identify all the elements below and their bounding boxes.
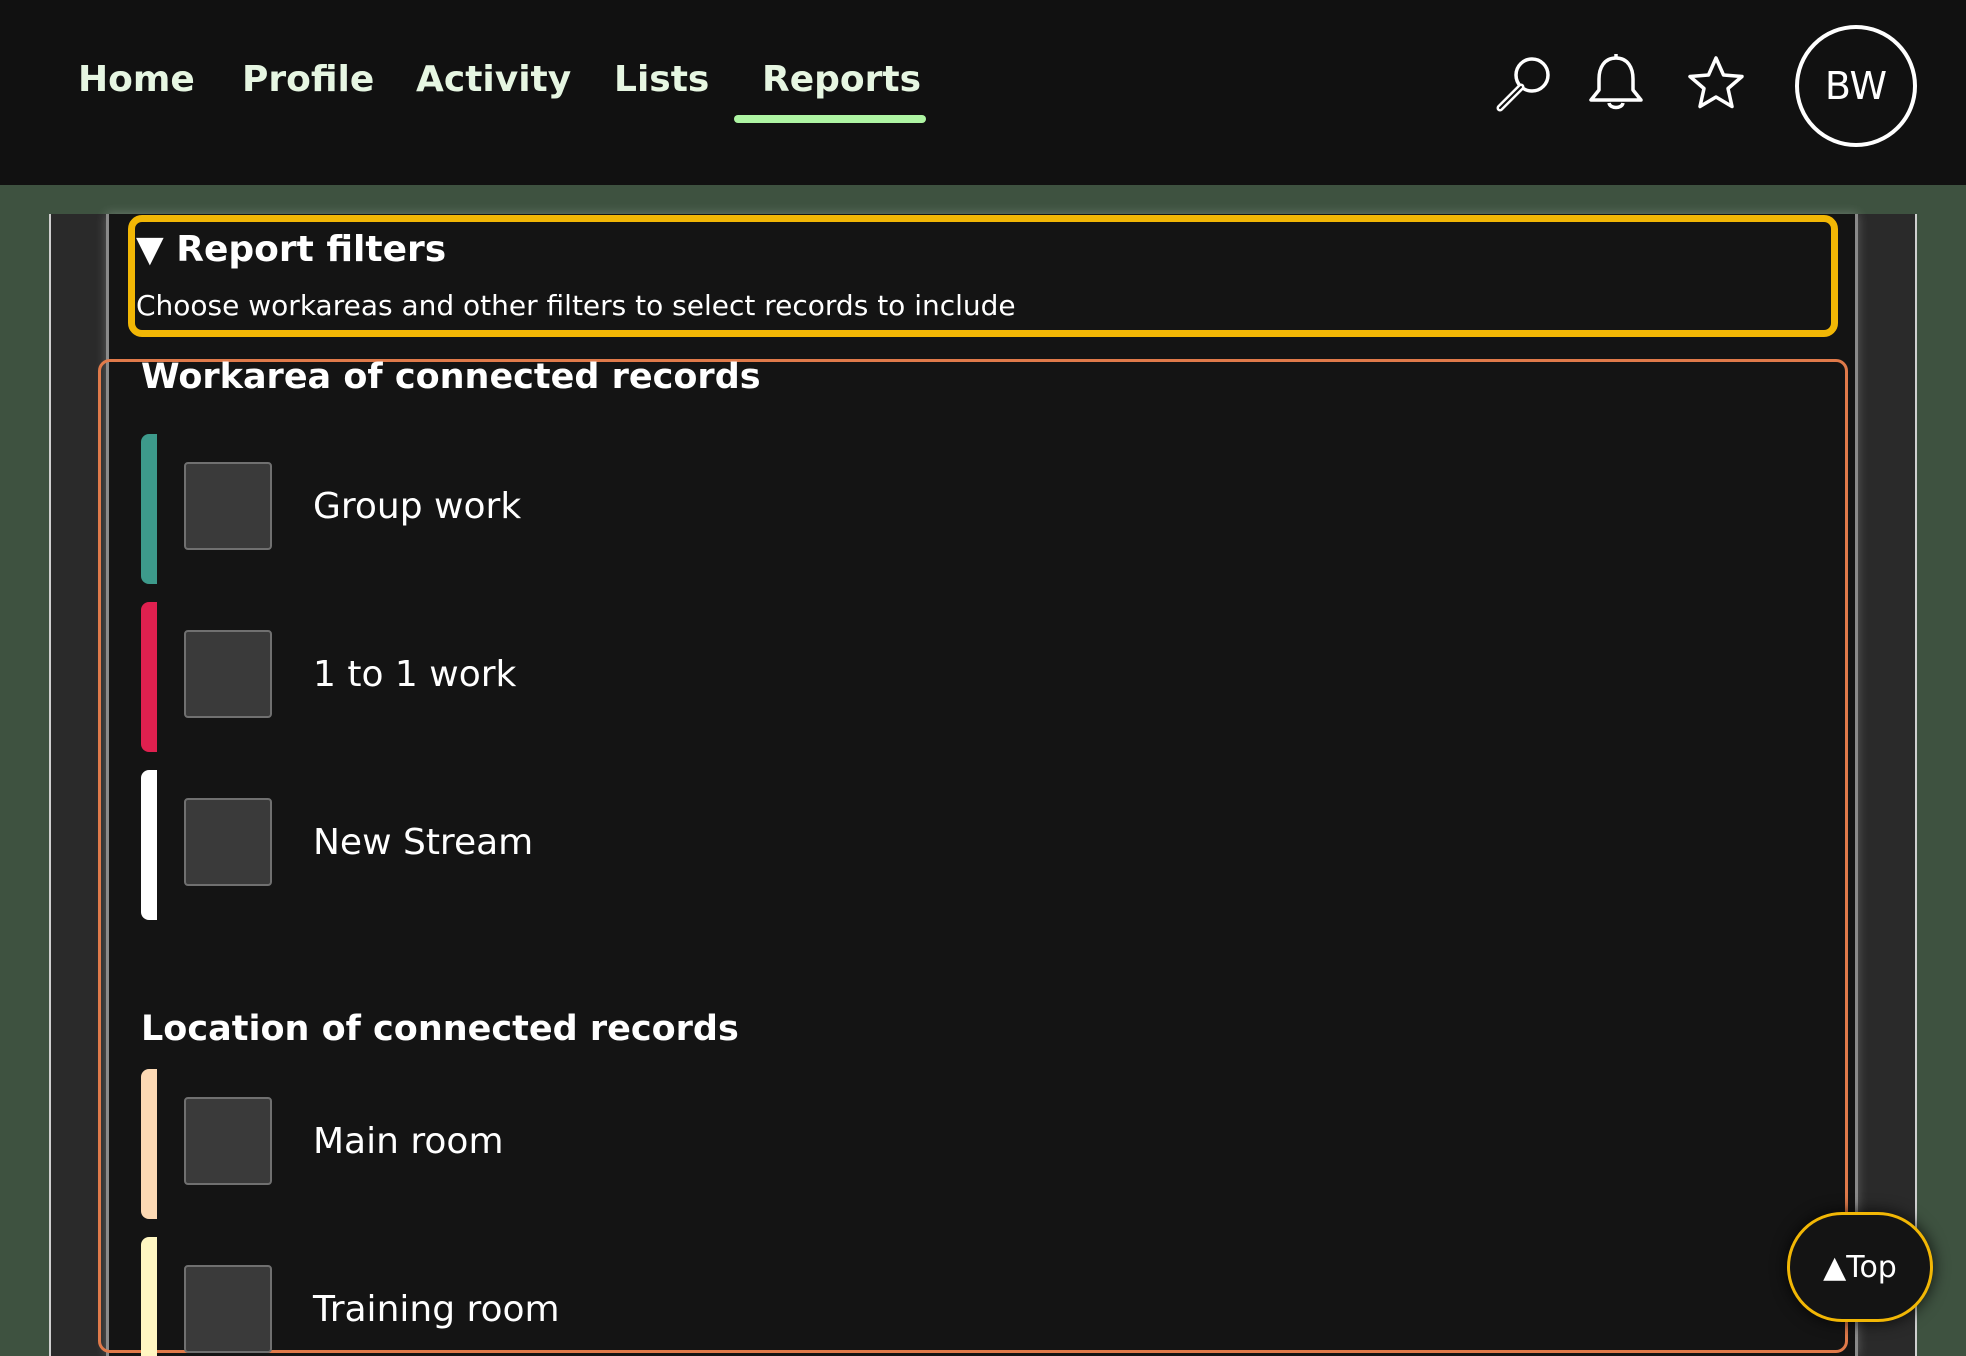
top-nav-bar: Home Profile Activity Lists Reports BW xyxy=(0,0,1966,185)
nav-tab-reports[interactable]: Reports xyxy=(762,55,921,105)
user-avatar[interactable]: BW xyxy=(1795,25,1917,147)
workarea-option-1-to-1-work[interactable]: 1 to 1 work xyxy=(141,602,1741,752)
location-option-main-room[interactable]: Main room xyxy=(141,1069,1741,1219)
workarea-color-bar xyxy=(141,770,157,920)
report-filters-toggle[interactable]: ▼ Report filters xyxy=(136,226,446,274)
location-section-title: Location of connected records xyxy=(141,1009,739,1049)
workarea-section-title: Workarea of connected records xyxy=(141,357,761,397)
workarea-option-label: 1 to 1 work xyxy=(313,654,517,695)
back-to-top-button[interactable]: ▲Top xyxy=(1787,1212,1933,1322)
nav-tab-activity[interactable]: Activity xyxy=(416,55,571,105)
location-option-label: Main room xyxy=(313,1121,504,1162)
workarea-option-label: New Stream xyxy=(313,822,534,863)
workarea-color-bar xyxy=(141,602,157,752)
nav-tab-profile[interactable]: Profile xyxy=(242,55,374,105)
bell-icon[interactable] xyxy=(1585,52,1647,114)
workarea-option-label: Group work xyxy=(313,486,522,527)
workarea-color-bar xyxy=(141,434,157,584)
search-icon[interactable] xyxy=(1490,52,1556,118)
location-color-bar xyxy=(141,1237,157,1356)
report-filters-description: Choose workareas and other filters to se… xyxy=(136,289,1016,322)
location-color-bar xyxy=(141,1069,157,1219)
location-option-label: Training room xyxy=(313,1289,560,1330)
location-option-training-room[interactable]: Training room xyxy=(141,1237,1741,1356)
workarea-checkbox[interactable] xyxy=(184,798,272,886)
workarea-checkbox[interactable] xyxy=(184,630,272,718)
workarea-option-group-work[interactable]: Group work xyxy=(141,434,1741,584)
location-checkbox[interactable] xyxy=(184,1097,272,1185)
nav-tab-lists[interactable]: Lists xyxy=(614,55,709,105)
workarea-checkbox[interactable] xyxy=(184,462,272,550)
workarea-option-new-stream[interactable]: New Stream xyxy=(141,770,1741,920)
location-checkbox[interactable] xyxy=(184,1265,272,1353)
star-icon[interactable] xyxy=(1686,54,1746,114)
nav-tab-home[interactable]: Home xyxy=(78,55,195,105)
active-tab-indicator xyxy=(734,115,926,123)
